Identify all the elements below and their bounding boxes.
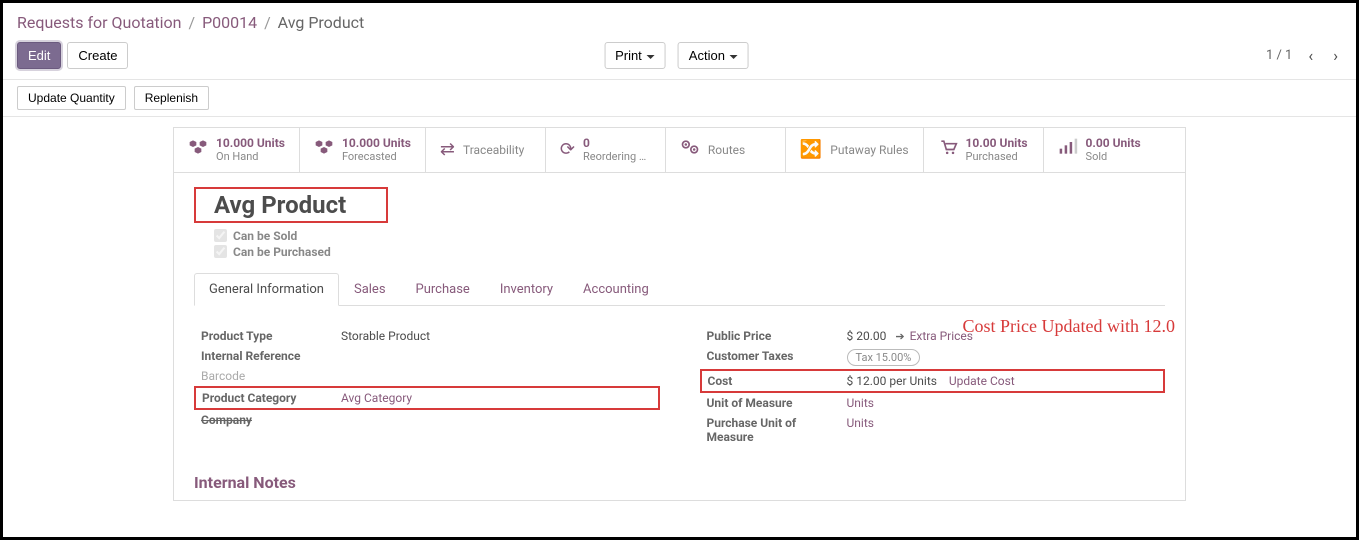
- cost-label: Cost: [701, 370, 841, 392]
- next-record-icon[interactable]: ›: [1329, 46, 1342, 65]
- stat-reordering[interactable]: ⟳ 0Reordering …: [546, 128, 666, 172]
- create-button[interactable]: Create: [67, 42, 128, 69]
- breadcrumb-current: Avg Product: [278, 13, 365, 32]
- product-title: Avg Product: [214, 191, 346, 219]
- tab-general[interactable]: General Information: [194, 273, 339, 306]
- form-sheet: 10.000 UnitsOn Hand 10.000 UnitsForecast…: [173, 127, 1186, 501]
- puom-label: Purchase Unit of Measure: [701, 413, 841, 447]
- public-price-label: Public Price: [701, 326, 841, 346]
- internal-notes-header: Internal Notes: [174, 457, 1185, 500]
- can-be-purchased-row: Can be Purchased: [214, 245, 1165, 259]
- tab-accounting[interactable]: Accounting: [568, 273, 664, 306]
- print-dropdown[interactable]: Print: [604, 42, 666, 69]
- uom-label: Unit of Measure: [701, 392, 841, 413]
- cost-annotation: Cost Price Updated with 12.0: [963, 316, 1175, 337]
- can-be-sold-checkbox[interactable]: [214, 229, 227, 242]
- breadcrumb-sep: /: [188, 13, 195, 32]
- stat-buttons: 10.000 UnitsOn Hand 10.000 UnitsForecast…: [174, 128, 1185, 173]
- product-type-value: Storable Product: [335, 326, 659, 346]
- action-dropdown[interactable]: Action: [678, 42, 749, 69]
- stat-purchased[interactable]: 10.00 UnitsPurchased: [924, 128, 1044, 172]
- update-quantity-button[interactable]: Update Quantity: [17, 86, 126, 110]
- public-price-value: $ 20.00: [847, 329, 887, 343]
- product-category-link[interactable]: Avg Category: [341, 391, 412, 405]
- breadcrumb-sep: /: [264, 13, 271, 32]
- subbar: Update Quantity Replenish: [3, 80, 1356, 117]
- refresh-icon: ⟳: [560, 139, 575, 160]
- cost-per-units: per Units: [889, 374, 937, 388]
- random-icon: 🔀: [800, 139, 822, 160]
- exchange-icon: ⇄: [440, 139, 455, 160]
- can-be-purchased-checkbox[interactable]: [214, 245, 227, 258]
- signal-icon: [1058, 138, 1078, 161]
- cubes-icon: [314, 138, 334, 161]
- company-label: Company: [195, 409, 335, 430]
- customer-taxes-label: Customer Taxes: [701, 346, 841, 370]
- stat-on-hand[interactable]: 10.000 UnitsOn Hand: [174, 128, 300, 172]
- cubes-icon: [188, 138, 208, 161]
- product-category-label: Product Category: [195, 387, 335, 409]
- replenish-button[interactable]: Replenish: [134, 86, 209, 110]
- edit-button[interactable]: Edit: [17, 42, 61, 69]
- puom-link[interactable]: Units: [847, 416, 874, 430]
- arrow-right-icon: ➔: [895, 330, 904, 343]
- breadcrumb-order[interactable]: P00014: [202, 13, 257, 32]
- stat-routes[interactable]: Routes: [666, 128, 786, 172]
- stat-traceability[interactable]: ⇄ Traceability: [426, 128, 546, 172]
- cart-icon: [938, 138, 958, 161]
- cogs-icon: [680, 138, 700, 161]
- tabs: General Information Sales Purchase Inven…: [194, 273, 1165, 306]
- stat-putaway[interactable]: 🔀 Putaway Rules: [786, 128, 924, 172]
- breadcrumb: Requests for Quotation / P00014 / Avg Pr…: [3, 3, 1356, 36]
- update-cost-link[interactable]: Update Cost: [949, 374, 1015, 388]
- cost-value: $ 12.00: [847, 374, 887, 388]
- tax-tag[interactable]: Tax 15.00%: [847, 349, 921, 366]
- stat-sold[interactable]: 0.00 UnitsSold: [1044, 128, 1164, 172]
- can-be-sold-row: Can be Sold: [214, 229, 1165, 243]
- tab-inventory[interactable]: Inventory: [485, 273, 568, 306]
- prev-record-icon[interactable]: ‹: [1304, 46, 1317, 65]
- internal-ref-label: Internal Reference: [195, 346, 335, 366]
- tab-purchase[interactable]: Purchase: [401, 273, 485, 306]
- stat-forecasted[interactable]: 10.000 UnitsForecasted: [300, 128, 426, 172]
- highlight-title: Avg Product: [194, 187, 388, 223]
- toolbar: Edit Create Print Action 1 / 1 ‹ ›: [3, 36, 1356, 80]
- product-type-label: Product Type: [195, 326, 335, 346]
- uom-link[interactable]: Units: [847, 396, 874, 410]
- pager: 1 / 1: [1266, 48, 1292, 63]
- breadcrumb-root[interactable]: Requests for Quotation: [17, 13, 182, 32]
- barcode-label: Barcode: [195, 366, 335, 387]
- tab-sales[interactable]: Sales: [339, 273, 401, 306]
